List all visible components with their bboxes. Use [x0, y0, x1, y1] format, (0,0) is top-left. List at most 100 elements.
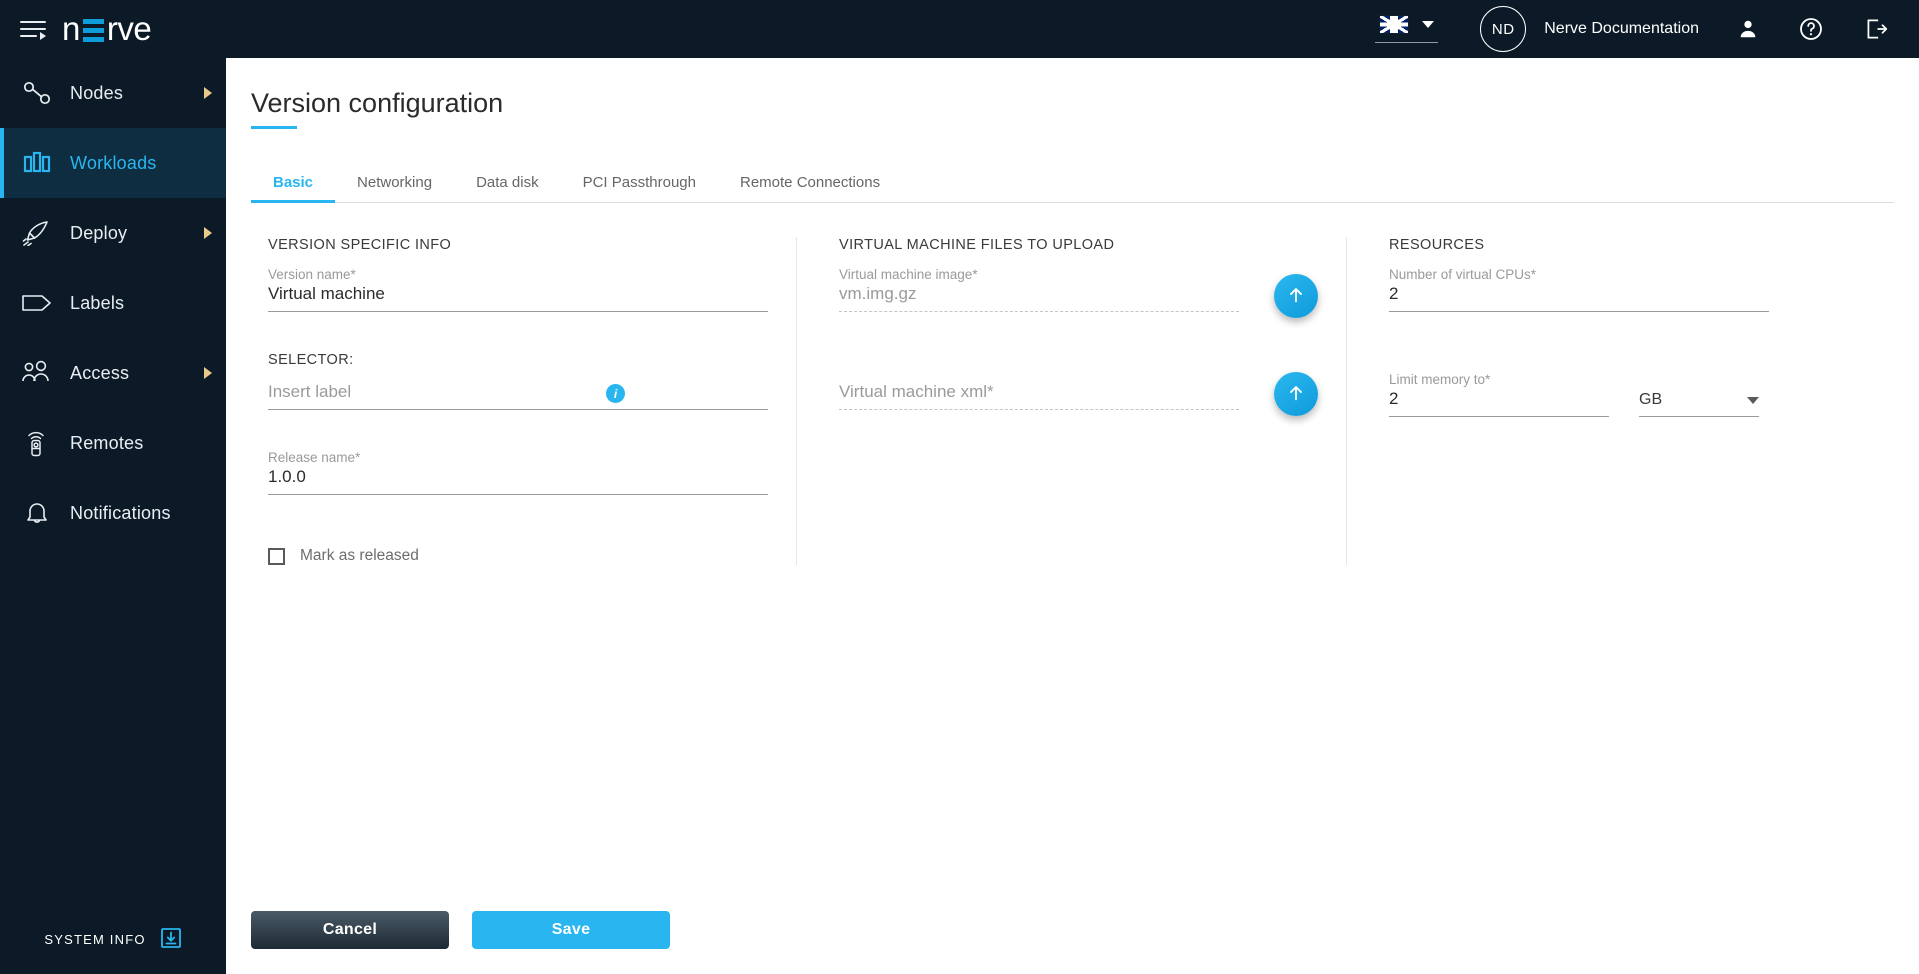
- chevron-right-icon: [204, 87, 212, 99]
- section-heading: VERSION SPECIFIC INFO: [268, 237, 768, 253]
- bell-icon: [14, 494, 60, 532]
- mark-as-released-row[interactable]: Mark as released: [268, 547, 768, 565]
- user-name: Nerve Documentation: [1544, 20, 1699, 38]
- version-name-input[interactable]: Virtual machine: [268, 284, 768, 312]
- release-name-field[interactable]: Release name* 1.0.0: [268, 450, 768, 495]
- sidebar-item-label: Workloads: [70, 153, 157, 174]
- version-name-field[interactable]: Version name* Virtual machine: [268, 267, 768, 312]
- vm-image-upload-button[interactable]: [1274, 274, 1318, 318]
- person-icon[interactable]: [1737, 18, 1759, 40]
- tab-bar: Basic Networking Data disk PCI Passthrou…: [251, 165, 1894, 203]
- remote-control-icon: [14, 424, 60, 462]
- selector-heading: SELECTOR:: [268, 352, 768, 368]
- sidebar-item-notifications[interactable]: Notifications: [0, 478, 226, 548]
- page-title: Version configuration: [251, 88, 503, 129]
- spacer: [825, 312, 1318, 372]
- spacer: [1375, 312, 1878, 372]
- memory-unit-select[interactable]: GB: [1639, 391, 1759, 417]
- cancel-button[interactable]: Cancel: [251, 911, 449, 949]
- release-name-input[interactable]: 1.0.0: [268, 467, 768, 495]
- logo-e-icon: [83, 18, 104, 43]
- selector-field[interactable]: Insert label i: [268, 382, 768, 410]
- sidebar-item-workloads[interactable]: Workloads: [0, 128, 226, 198]
- upload-arrow-icon: [1285, 284, 1307, 309]
- mark-as-released-label: Mark as released: [300, 547, 419, 565]
- tab-remote-connections[interactable]: Remote Connections: [718, 174, 902, 202]
- logo-text-end: rve: [107, 10, 151, 48]
- vm-files-section: VIRTUAL MACHINE FILES TO UPLOAD Virtual …: [796, 237, 1346, 565]
- memory-unit-value: GB: [1639, 391, 1662, 409]
- nodes-icon: [14, 74, 60, 112]
- vm-xml-upload-button[interactable]: [1274, 372, 1318, 416]
- sidebar-item-remotes[interactable]: Remotes: [0, 408, 226, 478]
- memory-label: Limit memory to*: [1389, 372, 1609, 387]
- memory-field[interactable]: Limit memory to* 2: [1389, 372, 1609, 417]
- selector-input[interactable]: Insert label: [268, 382, 768, 410]
- sidebar-item-nodes[interactable]: Nodes: [0, 58, 226, 128]
- sidebar-item-label: Access: [70, 363, 129, 384]
- workloads-icon: [14, 144, 60, 182]
- avatar-initials: ND: [1492, 21, 1515, 38]
- cpu-field[interactable]: Number of virtual CPUs* 2: [1389, 267, 1878, 312]
- sidebar-item-label: Labels: [70, 293, 124, 314]
- question-mark-icon[interactable]: [1799, 17, 1823, 41]
- chevron-down-icon: [1422, 21, 1434, 28]
- vm-image-field[interactable]: Virtual machine image* vm.img.gz: [839, 267, 1250, 312]
- tab-data-disk[interactable]: Data disk: [454, 174, 561, 202]
- sidebar-item-deploy[interactable]: Deploy: [0, 198, 226, 268]
- nerve-logo[interactable]: n rve: [62, 9, 151, 49]
- sidebar-item-labels[interactable]: Labels: [0, 268, 226, 338]
- system-info-button[interactable]: SYSTEM INFO: [0, 904, 226, 974]
- spacer: [254, 410, 768, 450]
- hamburger-line: [20, 35, 37, 37]
- system-info-label: SYSTEM INFO: [44, 932, 145, 947]
- sidebar-item-label: Nodes: [70, 83, 123, 104]
- hamburger-line: [20, 28, 46, 30]
- section-heading: RESOURCES: [1389, 237, 1878, 253]
- hamburger-menu-icon[interactable]: [20, 18, 46, 40]
- sidebar-item-label: Deploy: [70, 223, 127, 244]
- tag-icon: [14, 284, 60, 322]
- sidebar: Nodes Workloads Deploy: [0, 58, 226, 974]
- section-heading: VIRTUAL MACHINE FILES TO UPLOAD: [839, 237, 1318, 253]
- chevron-down-icon: [1747, 397, 1759, 404]
- vm-image-row: Virtual machine image* vm.img.gz: [839, 267, 1318, 312]
- logo-text-start: n: [62, 10, 80, 48]
- top-bar-right: ND Nerve Documentation: [1375, 0, 1919, 58]
- users-icon: [14, 354, 60, 392]
- main-content: Version configuration Basic Networking D…: [226, 58, 1919, 974]
- memory-input[interactable]: 2: [1389, 389, 1609, 417]
- chevron-right-icon: [204, 227, 212, 239]
- download-icon: [160, 927, 182, 952]
- uk-flag-icon: [1379, 15, 1409, 34]
- vm-xml-field[interactable]: Virtual machine xml*: [839, 382, 1250, 410]
- version-name-label: Version name*: [268, 267, 768, 282]
- tab-pci-passthrough[interactable]: PCI Passthrough: [561, 174, 718, 202]
- vm-image-label: Virtual machine image*: [839, 267, 1250, 282]
- info-icon[interactable]: i: [606, 384, 625, 403]
- hamburger-line: [20, 21, 46, 23]
- avatar: ND: [1480, 6, 1526, 52]
- tab-networking[interactable]: Networking: [335, 174, 454, 202]
- language-selector[interactable]: [1375, 15, 1438, 43]
- chevron-right-icon: [204, 367, 212, 379]
- memory-row: Limit memory to* 2 GB: [1389, 372, 1878, 417]
- cpu-label: Number of virtual CPUs*: [1389, 267, 1878, 282]
- mark-as-released-checkbox[interactable]: [268, 548, 285, 565]
- tab-basic[interactable]: Basic: [251, 174, 335, 202]
- logout-icon[interactable]: [1863, 16, 1889, 42]
- save-button[interactable]: Save: [472, 911, 670, 949]
- release-name-label: Release name*: [268, 450, 768, 465]
- sidebar-item-access[interactable]: Access: [0, 338, 226, 408]
- upload-arrow-icon: [1285, 382, 1307, 407]
- cpu-input[interactable]: 2: [1389, 284, 1769, 312]
- form-actions: Cancel Save: [251, 911, 670, 949]
- vm-image-input[interactable]: vm.img.gz: [839, 284, 1239, 312]
- vm-xml-row: Virtual machine xml*: [839, 372, 1318, 410]
- top-bar: n rve ND Nerve Documentation: [0, 0, 1919, 58]
- form-columns: VERSION SPECIFIC INFO Version name* Virt…: [226, 237, 1919, 565]
- rocket-icon: [14, 214, 60, 252]
- vm-xml-input[interactable]: Virtual machine xml*: [839, 382, 1239, 410]
- sidebar-item-label: Notifications: [70, 503, 171, 524]
- sidebar-item-label: Remotes: [70, 433, 143, 454]
